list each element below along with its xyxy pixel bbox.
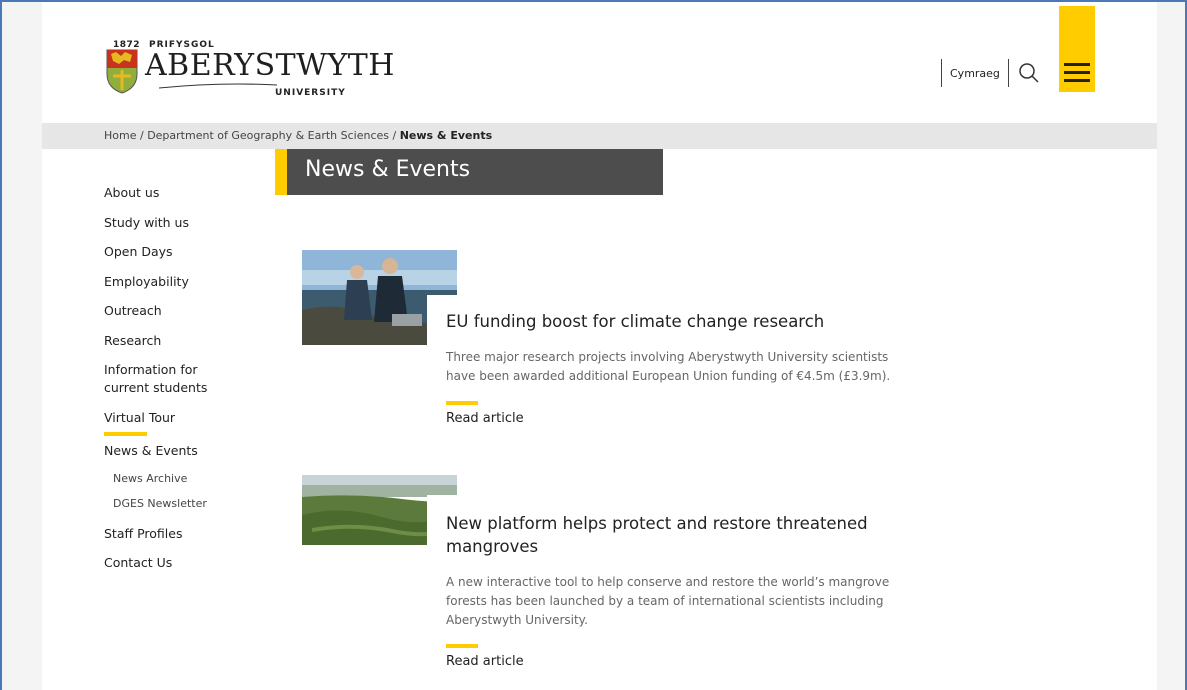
article-summary: A new interactive tool to help conserve …	[446, 575, 890, 627]
article-summary: Three major research projects involving …	[446, 350, 891, 383]
article-thumbnail[interactable]	[302, 475, 457, 545]
article-accent-bar	[446, 644, 478, 648]
sidebar-item-virtual-tour[interactable]: Virtual Tour	[104, 409, 264, 427]
sidebar-item-open-days[interactable]: Open Days	[104, 243, 264, 261]
news-article: New platform helps protect and restore t…	[302, 475, 902, 685]
breadcrumb: Home / Department of Geography & Earth S…	[42, 123, 1157, 149]
read-article-link[interactable]: Read article	[446, 654, 524, 669]
logo-wordmark: ABERYSTWYTH	[145, 48, 395, 83]
sidebar-item-current-students[interactable]: Information for current students	[104, 361, 214, 397]
breadcrumb-home[interactable]: Home	[104, 129, 136, 142]
breadcrumb-separator: /	[136, 129, 148, 142]
page-margin-left	[2, 2, 42, 690]
sidebar-item-contact-us[interactable]: Contact Us	[104, 554, 264, 572]
sidebar-item-research[interactable]: Research	[104, 332, 264, 350]
search-icon	[1019, 63, 1039, 83]
article-title[interactable]: EU funding boost for climate change rese…	[446, 310, 886, 333]
breadcrumb-separator: /	[389, 129, 400, 142]
sidebar-nav: About us Study with us Open Days Employa…	[104, 180, 264, 584]
sidebar-subitem-news-archive[interactable]: News Archive	[113, 472, 264, 486]
hamburger-icon-line	[1064, 71, 1090, 74]
page-margin-right	[1157, 2, 1185, 690]
article-title[interactable]: New platform helps protect and restore t…	[446, 512, 886, 558]
sidebar-item-study-with-us[interactable]: Study with us	[104, 214, 264, 232]
sidebar-item-about-us[interactable]: About us	[104, 184, 264, 202]
breadcrumb-department[interactable]: Department of Geography & Earth Sciences	[147, 129, 389, 142]
title-accent	[275, 149, 287, 195]
university-logo[interactable]: 1872 PRIFYSGOL ABERYSTWYTH UNIVERSITY	[105, 38, 394, 98]
language-link[interactable]: Cymraeg	[942, 67, 1008, 80]
breadcrumb-current: News & Events	[399, 129, 493, 142]
crest-icon	[106, 49, 138, 94]
page-title: News & Events	[305, 157, 471, 182]
article-accent-bar	[446, 401, 478, 405]
menu-button[interactable]	[1059, 6, 1095, 92]
search-button[interactable]	[1015, 59, 1043, 87]
divider	[1007, 59, 1009, 87]
sidebar-item-news-events[interactable]: News & Events	[104, 442, 264, 460]
hamburger-icon	[1064, 63, 1090, 66]
header-tools: Cymraeg	[941, 58, 1043, 88]
active-indicator	[104, 432, 147, 436]
logo-year: 1872	[113, 40, 141, 50]
article-thumbnail[interactable]	[302, 250, 457, 345]
sidebar-item-staff-profiles[interactable]: Staff Profiles	[104, 525, 264, 543]
sidebar-subitem-dges-newsletter[interactable]: DGES Newsletter	[113, 497, 264, 511]
hamburger-icon-line	[1064, 79, 1090, 82]
sidebar-item-outreach[interactable]: Outreach	[104, 302, 264, 320]
page-title-bar: News & Events	[275, 149, 663, 195]
logo-university: UNIVERSITY	[275, 88, 346, 98]
read-article-link[interactable]: Read article	[446, 411, 524, 426]
sidebar-item-employability[interactable]: Employability	[104, 273, 264, 291]
news-article: EU funding boost for climate change rese…	[302, 250, 902, 440]
logo-swoosh	[159, 83, 278, 89]
